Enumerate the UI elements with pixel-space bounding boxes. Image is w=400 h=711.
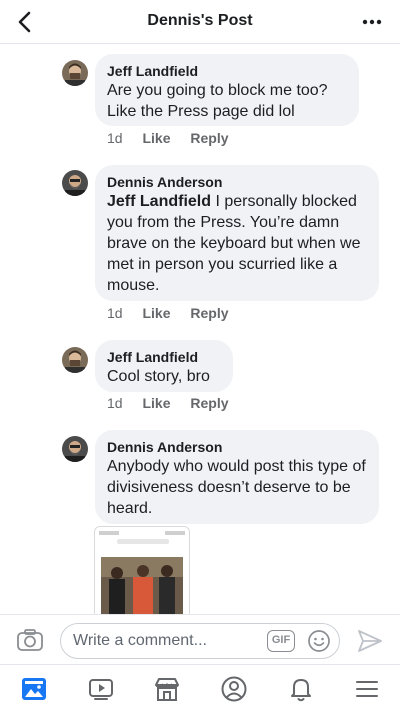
avatar[interactable] xyxy=(62,436,88,462)
watch-icon[interactable] xyxy=(87,675,115,703)
send-icon[interactable] xyxy=(356,627,384,655)
comment-bubble[interactable]: Dennis Anderson Jeff Landfield I persona… xyxy=(95,165,379,301)
like-button[interactable]: Like xyxy=(142,395,170,411)
comment-actions: 1d Like Reply xyxy=(107,305,245,321)
comment-text: Cool story, bro xyxy=(107,368,210,385)
comment-text: Jeff Landfield I personally blocked you … xyxy=(107,193,361,294)
camera-icon[interactable] xyxy=(16,627,44,653)
more-dots-icon[interactable] xyxy=(358,8,386,36)
emoji-icon[interactable] xyxy=(307,629,331,653)
avatar[interactable] xyxy=(62,60,88,86)
profile-icon[interactable] xyxy=(220,675,248,703)
bottom-nav xyxy=(0,664,400,711)
marketplace-icon[interactable] xyxy=(153,675,181,703)
comment-text: Anybody who would post this type of divi… xyxy=(107,458,366,517)
gif-button[interactable]: GIF xyxy=(267,630,295,652)
comment-composer: Write a comment... GIF xyxy=(0,614,400,664)
comment-author[interactable]: Jeff Landfield xyxy=(107,348,221,366)
comment-time: 1d xyxy=(107,130,123,146)
reply-button[interactable]: Reply xyxy=(190,305,228,321)
comment-bubble[interactable]: Dennis Anderson Anybody who would post t… xyxy=(95,430,379,524)
mention-link[interactable]: Jeff Landfield xyxy=(107,193,211,210)
comment-bubble[interactable]: Jeff Landfield Are you going to block me… xyxy=(95,54,359,126)
comment-actions: 1d Like Reply xyxy=(107,130,245,146)
like-button[interactable]: Like xyxy=(142,305,170,321)
comment-input-placeholder: Write a comment... xyxy=(73,632,207,649)
page-title: Dennis's Post xyxy=(147,12,253,29)
avatar[interactable] xyxy=(62,170,88,196)
comment-time: 1d xyxy=(107,395,123,411)
comment-attachment-image[interactable] xyxy=(94,526,190,618)
comment-text: Are you going to block me too? Like the … xyxy=(107,82,328,120)
comment-time: 1d xyxy=(107,305,123,321)
comment-author[interactable]: Dennis Anderson xyxy=(107,173,367,191)
comment-actions: 1d Like Reply xyxy=(107,395,245,411)
comment-author[interactable]: Jeff Landfield xyxy=(107,62,347,80)
like-button[interactable]: Like xyxy=(142,130,170,146)
comment-bubble[interactable]: Jeff Landfield Cool story, bro xyxy=(95,340,233,392)
reply-button[interactable]: Reply xyxy=(190,130,228,146)
comment-author[interactable]: Dennis Anderson xyxy=(107,438,367,456)
avatar[interactable] xyxy=(62,347,88,373)
comment-input[interactable]: Write a comment... GIF xyxy=(60,623,340,659)
menu-icon[interactable] xyxy=(353,675,381,703)
notifications-icon[interactable] xyxy=(287,675,315,703)
news-feed-icon[interactable] xyxy=(20,675,48,703)
reply-button[interactable]: Reply xyxy=(190,395,228,411)
top-bar: Dennis's Post xyxy=(0,0,400,44)
